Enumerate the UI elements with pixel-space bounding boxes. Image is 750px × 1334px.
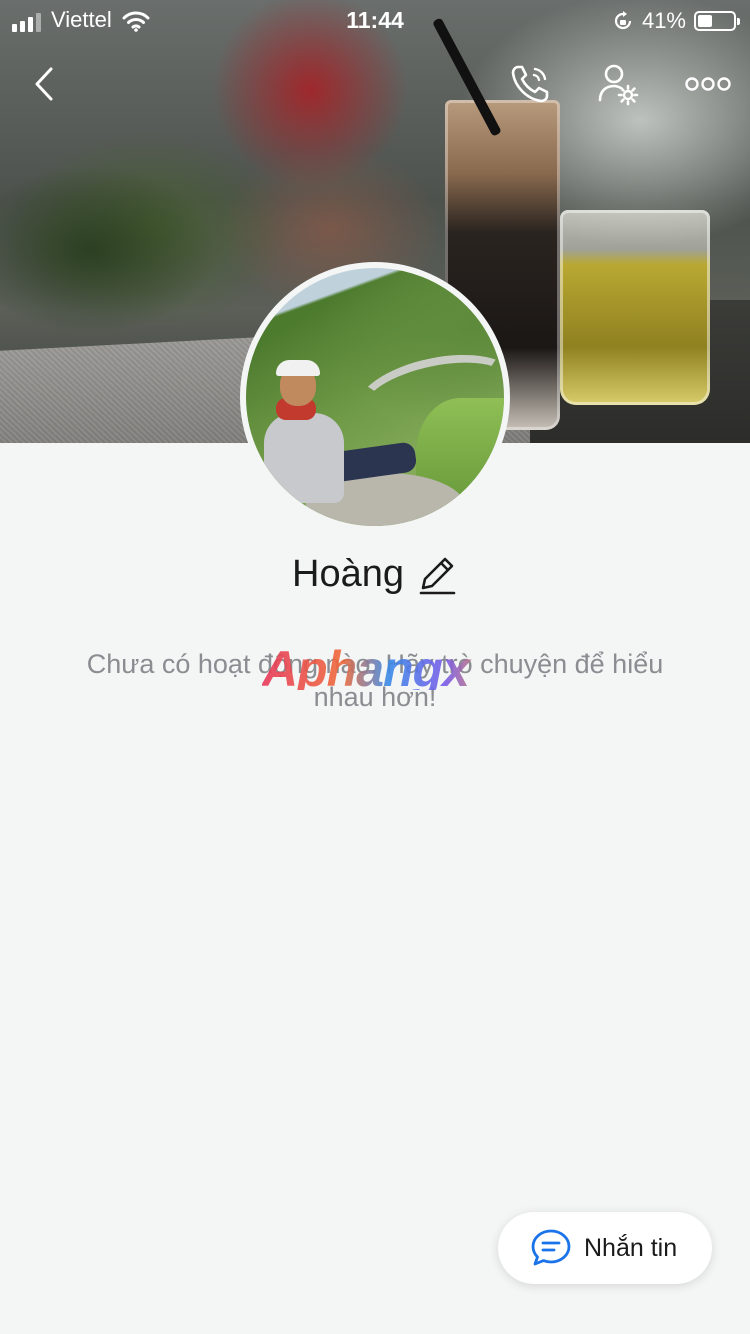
pencil-icon[interactable] [418, 555, 458, 595]
battery-fill [698, 15, 712, 27]
avatar-person-body [264, 413, 344, 503]
rotation-lock-icon [614, 11, 632, 30]
avatar[interactable] [240, 262, 510, 532]
call-button[interactable] [506, 60, 554, 108]
more-button[interactable] [682, 60, 734, 108]
profile-screen: Viettel 11:44 41% Hoàng Chưa có hoạt chu… [0, 0, 750, 1334]
status-right: 41% [612, 8, 740, 34]
battery-percent: 41% [641, 8, 686, 33]
profile-settings-button[interactable] [594, 60, 642, 108]
back-button[interactable] [20, 60, 68, 108]
avatar-person-cap [276, 360, 320, 376]
message-button-label: Nhắn tin [584, 1233, 678, 1262]
user-gear-icon [598, 64, 639, 106]
more-dots-icon [685, 77, 731, 91]
message-button[interactable]: Nhắn tin [498, 1212, 712, 1284]
name-row: Hoàng [0, 553, 750, 596]
status-bar: Viettel 11:44 41% [0, 0, 750, 40]
chat-bubble-icon [531, 1229, 571, 1266]
profile-name: Hoàng [292, 553, 404, 595]
phone-icon [511, 65, 549, 103]
battery-icon [694, 11, 740, 31]
watermark-logo: Aphangx [262, 640, 492, 697]
chevron-left-icon [35, 67, 53, 101]
cover-tea-glass [560, 210, 710, 405]
